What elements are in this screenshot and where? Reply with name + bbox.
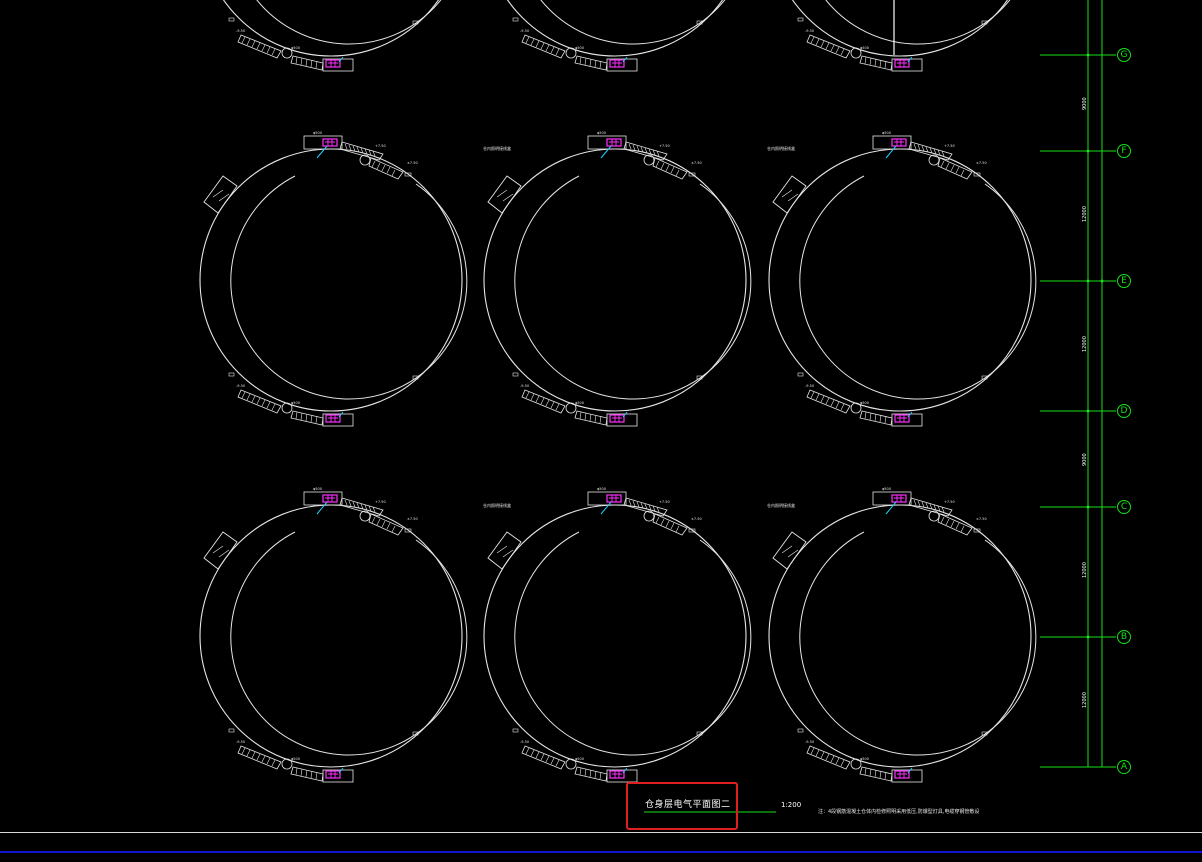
svg-text:仓内照明接线盒: 仓内照明接线盒 <box>483 145 511 151</box>
silo-r2-c2[interactable] <box>483 486 752 783</box>
silo-r2-c3[interactable] <box>768 486 1037 783</box>
drawing-canvas[interactable]: φ500 +7.50 ±7.50 <box>0 0 1202 862</box>
dim-c-b: 12000 <box>1082 562 1088 578</box>
silo-r1-c1[interactable] <box>199 130 468 427</box>
command-line-divider <box>0 832 1202 833</box>
dim-g-f: 9000 <box>1082 97 1088 110</box>
silo-r0-c3[interactable] <box>768 0 1037 72</box>
silo-r1-c2[interactable] <box>483 130 752 427</box>
axis-bubble-c[interactable]: C <box>1117 500 1131 514</box>
axis-bubble-f[interactable]: F <box>1117 144 1131 158</box>
silo-r0-c2[interactable] <box>483 0 752 72</box>
drawing-note: 注：4段钢筋混凝土仓体内检修照明采用低压,防爆型灯具,电缆穿钢管敷设 <box>818 809 980 815</box>
dim-e-d: 12000 <box>1082 336 1088 352</box>
axis-bubble-e[interactable]: E <box>1117 274 1131 288</box>
dim-d-c: 9000 <box>1082 453 1088 466</box>
svg-text:仓内照明接线盒: 仓内照明接线盒 <box>767 502 795 508</box>
svg-text:仓内照明接线盒: 仓内照明接线盒 <box>483 502 511 508</box>
axis-bubble-g[interactable]: G <box>1117 48 1131 62</box>
silo-r0-c1[interactable] <box>199 0 468 72</box>
highlight-box <box>626 782 738 830</box>
axis-ticks <box>1086 53 1104 639</box>
axis-bubble-a[interactable]: A <box>1117 760 1131 774</box>
status-bar <box>0 851 1202 853</box>
svg-text:仓内照明接线盒: 仓内照明接线盒 <box>767 145 795 151</box>
axis-bubble-b[interactable]: B <box>1117 630 1131 644</box>
silo-r1-c3[interactable] <box>768 130 1037 427</box>
axis-grid <box>1040 0 1116 768</box>
dim-f-e: 12000 <box>1082 206 1088 222</box>
drawing-scale: 1:200 <box>781 801 802 809</box>
dim-b-a: 12000 <box>1082 692 1088 708</box>
silo-tags: 仓内照明接线盒 仓内照明接线盒 仓内照明接线盒 仓内照明接线盒 <box>483 145 795 508</box>
axis-bubble-d[interactable]: D <box>1117 404 1131 418</box>
silo-r2-c1[interactable] <box>199 486 468 783</box>
